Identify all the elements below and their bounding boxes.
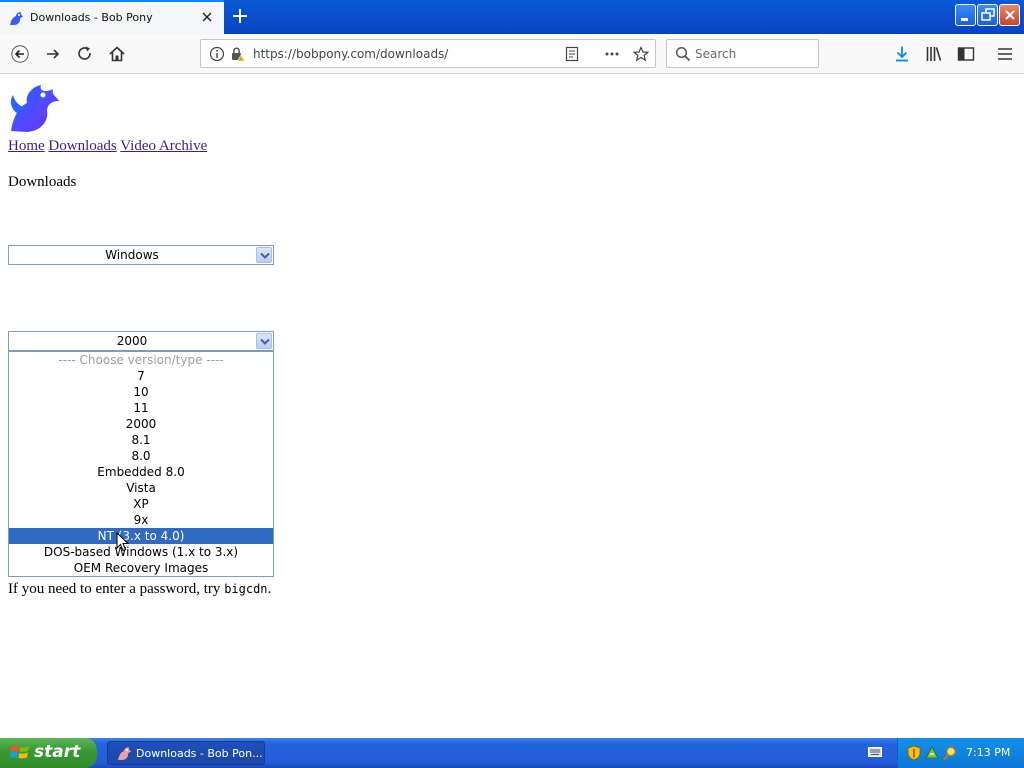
dropdown-option[interactable]: 8.0 xyxy=(9,448,273,464)
reload-button[interactable] xyxy=(73,42,97,66)
page-actions-icon[interactable] xyxy=(604,46,620,62)
dropdown-option-highlighted[interactable]: NT (3.x to 4.0) xyxy=(9,528,273,544)
os-select-arrow[interactable] xyxy=(256,247,272,263)
password-code: bigcdn xyxy=(224,582,268,596)
bobpony-favicon-icon xyxy=(10,12,23,25)
back-button[interactable] xyxy=(8,42,32,66)
address-bar[interactable]: https://bobpony.com/downloads/ xyxy=(200,39,656,68)
taskbar: start Downloads - Bob Pon... 7:13 PM xyxy=(0,738,1024,768)
close-icon xyxy=(1005,10,1015,20)
download-arrow-icon xyxy=(896,46,908,62)
chevron-down-icon xyxy=(260,338,270,345)
page-content: Home Downloads Video Archive Downloads W… xyxy=(0,75,1024,737)
forward-arrow-icon xyxy=(47,49,60,59)
dropdown-option[interactable]: Vista xyxy=(9,480,273,496)
taskbar-clock: 7:13 PM xyxy=(966,746,1011,759)
back-arrow-icon xyxy=(11,45,29,63)
tab-close-icon[interactable] xyxy=(199,9,215,25)
navigation-toolbar: https://bobpony.com/downloads/ xyxy=(0,34,1024,74)
nav-link-home[interactable]: Home xyxy=(8,138,45,154)
close-window-button[interactable] xyxy=(999,4,1020,26)
mouse-cursor-icon xyxy=(116,532,130,552)
nav-link-video-archive[interactable]: Video Archive xyxy=(120,138,207,154)
dropdown-option[interactable]: 2000 xyxy=(9,416,273,432)
browser-tab[interactable]: Downloads - Bob Pony xyxy=(0,0,224,34)
restore-button[interactable] xyxy=(977,4,998,26)
downloads-button[interactable] xyxy=(890,42,914,66)
windows-flag-icon xyxy=(10,745,29,759)
search-icon xyxy=(675,46,691,62)
lock-warning-icon[interactable] xyxy=(229,46,245,62)
version-select-arrow[interactable] xyxy=(256,333,272,349)
network-icon[interactable] xyxy=(924,745,940,761)
dropdown-option[interactable]: Embedded 8.0 xyxy=(9,464,273,480)
dropdown-option[interactable]: 10 xyxy=(9,384,273,400)
nav-link-downloads[interactable]: Downloads xyxy=(48,138,116,154)
reload-icon xyxy=(78,46,91,60)
dropdown-option[interactable]: XP xyxy=(9,496,273,512)
taskbar-window-button[interactable]: Downloads - Bob Pon... xyxy=(107,741,265,765)
minimize-icon xyxy=(961,18,968,21)
os-select-value: Windows xyxy=(105,248,159,262)
library-button[interactable] xyxy=(922,42,946,66)
chevron-down-icon xyxy=(260,252,270,259)
dropdown-option-placeholder: ---- Choose version/type ---- xyxy=(58,353,224,367)
dropdown-option[interactable]: 8.1 xyxy=(9,432,273,448)
password-hint: If you need to enter a password, try big… xyxy=(8,581,271,598)
password-hint-text: If you need to enter a password, try xyxy=(8,581,225,597)
version-select-value: 2000 xyxy=(116,334,148,348)
version-dropdown-list: ---- Choose version/type ---- 7 10 11 20… xyxy=(8,351,274,577)
version-select[interactable]: 2000 xyxy=(8,331,274,351)
home-button[interactable] xyxy=(105,42,129,66)
menu-button[interactable] xyxy=(993,42,1017,66)
search-bar[interactable] xyxy=(666,39,819,68)
new-tab-icon[interactable] xyxy=(231,7,249,25)
security-shield-icon[interactable] xyxy=(906,745,922,761)
page-heading: Downloads xyxy=(8,174,77,190)
search-input[interactable] xyxy=(695,46,813,62)
hamburger-menu-icon xyxy=(998,48,1012,60)
home-icon xyxy=(109,46,125,62)
start-button[interactable]: start xyxy=(0,738,97,768)
library-icon xyxy=(926,47,942,61)
dropdown-option[interactable]: 7 xyxy=(9,368,273,384)
dropdown-option[interactable]: 11 xyxy=(9,400,273,416)
bookmark-star-icon[interactable] xyxy=(633,46,649,62)
os-select[interactable]: Windows xyxy=(8,245,274,265)
search-tray-icon[interactable] xyxy=(942,745,958,761)
dropdown-option[interactable]: DOS-based Windows (1.x to 3.x) xyxy=(9,544,273,560)
sidebar-button[interactable] xyxy=(954,42,978,66)
keyboard-icon[interactable] xyxy=(868,746,882,758)
bobpony-logo[interactable] xyxy=(7,83,59,133)
title-bar: Downloads - Bob Pony xyxy=(0,0,1024,34)
reader-view-icon[interactable] xyxy=(564,46,580,62)
url-text[interactable]: https://bobpony.com/downloads/ xyxy=(253,47,448,61)
system-tray: 7:13 PM xyxy=(897,738,1024,768)
restore-icon xyxy=(981,8,995,21)
taskbar-window-label: Downloads - Bob Pon... xyxy=(136,747,263,760)
password-hint-end: . xyxy=(267,581,272,597)
start-label: start xyxy=(34,742,81,762)
info-icon[interactable] xyxy=(209,46,225,62)
dropdown-option[interactable]: 9x xyxy=(9,512,273,528)
minimize-button[interactable] xyxy=(955,4,976,26)
forward-button[interactable] xyxy=(41,42,65,66)
bobpony-favicon-icon xyxy=(118,747,131,760)
sidebar-icon xyxy=(957,47,975,61)
dropdown-option[interactable]: OEM Recovery Images xyxy=(9,560,273,576)
site-nav: Home Downloads Video Archive xyxy=(8,138,207,155)
tab-title: Downloads - Bob Pony xyxy=(30,11,153,24)
